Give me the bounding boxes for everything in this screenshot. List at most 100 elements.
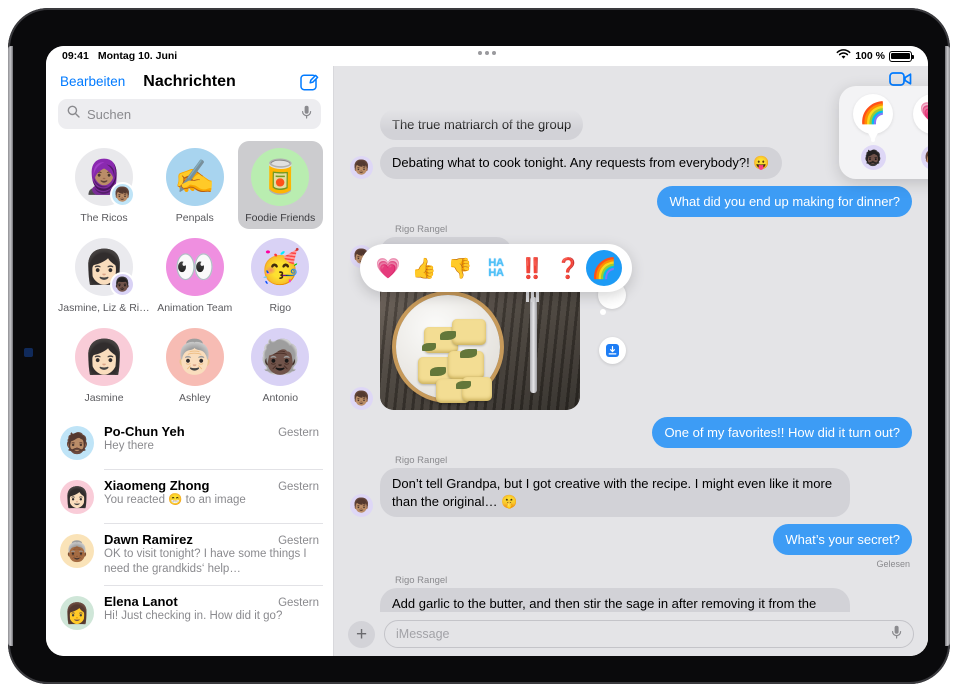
message-bubble[interactable]: One of my favorites!! How did it turn ou… <box>652 417 912 449</box>
list-item[interactable]: 👵🏾 Dawn Ramirez Gestern OK to visit toni… <box>46 523 333 585</box>
avatar: 👩🏻 👨🏿 <box>75 238 135 297</box>
device-right-edge <box>945 46 950 646</box>
pinned-conversation-penpals[interactable]: ✍️ Penpals <box>152 141 238 229</box>
pinned-conversation-antonio[interactable]: 🧓🏿 Antonio <box>238 321 324 409</box>
conversation-name: Dawn Ramirez <box>104 532 193 547</box>
reactor-avatar: 👦🏽 <box>920 145 928 170</box>
pinned-conversation-ashley[interactable]: 👵🏻 Ashley <box>152 321 238 409</box>
avatar: 🧕🏽 👦🏽 <box>75 148 135 207</box>
pinned-conversation-label: The Ricos <box>80 212 128 224</box>
pinned-conversation-label: Jasmine <box>84 392 124 404</box>
reactor-avatar: 🧔🏿 <box>860 145 886 170</box>
pinned-conversation-label: Penpals <box>175 212 214 224</box>
message-sender-name: Rigo Rangel <box>395 96 448 107</box>
message-bubble[interactable]: The true matriarch of the group <box>380 109 584 141</box>
avatar: 👩🏻 <box>60 480 94 514</box>
ipad-device-frame: 09:41 Montag 10. Juni 100 % Bearbeiten N… <box>8 8 950 684</box>
list-item[interactable]: 🧔🏽 Po-Chun Yeh Gestern Hey there <box>46 415 333 469</box>
avatar: 🥳 <box>251 238 310 296</box>
search-container: Suchen <box>46 95 333 137</box>
tapback-heart-icon[interactable]: 💗 <box>370 250 406 286</box>
pinned-conversation-animation-team[interactable]: 👀 Animation Team <box>152 231 238 319</box>
reaction-item[interactable]: 💗 👦🏽 <box>912 94 928 179</box>
list-item[interactable]: 👩 Elena Lanot Gestern Hi! Just checking … <box>46 585 333 639</box>
plate <box>396 295 500 404</box>
avatar: 👵🏻 <box>165 328 224 386</box>
imessage-input[interactable]: iMessage <box>384 620 914 648</box>
search-icon <box>67 105 80 123</box>
tapback-rainbow-icon[interactable]: 🌈 <box>586 250 622 286</box>
reaction-item[interactable]: 🌈 🧔🏿 <box>852 94 894 179</box>
avatar: 👵🏾 <box>60 534 94 568</box>
status-bar: 09:41 Montag 10. Juni 100 % <box>46 46 928 66</box>
avatar: 👀 <box>165 238 224 296</box>
save-to-photos-icon[interactable] <box>599 337 626 365</box>
reactions-popover[interactable]: 🌈 🧔🏿 💗 👦🏽 <box>839 86 928 179</box>
tapback-thumbs-up-icon[interactable]: 👍 <box>406 250 442 286</box>
pinned-conversation-rigo[interactable]: 🥳 Rigo <box>238 231 324 319</box>
status-bar-right: 100 % <box>836 49 914 63</box>
reaction-emoji: 🌈 <box>853 94 893 134</box>
imessage-placeholder: iMessage <box>396 627 450 641</box>
tapback-haha-icon[interactable]: HA HA <box>478 250 514 286</box>
pinned-conversation-jasmine-liz-rigo[interactable]: 👩🏻 👨🏿 Jasmine, Liz & Rigo <box>56 231 152 319</box>
status-time: 09:41 <box>62 50 89 62</box>
avatar: 👩🏻 <box>75 328 133 386</box>
message-row-incoming: 👦🏽 Don’t tell Grandpa, but I got creative… <box>350 468 912 517</box>
avatar: 🧓🏿 <box>251 328 310 386</box>
page-title: Nachrichten <box>143 72 236 90</box>
secondary-avatar: 👨🏿 <box>110 272 135 297</box>
avatar: 👦🏽 <box>350 387 373 411</box>
message-bubble[interactable]: Don’t tell Grandpa, but I got creative w… <box>380 468 850 517</box>
message-bubble[interactable]: What’s your secret? <box>773 523 912 556</box>
ravioli-photo[interactable] <box>380 275 580 411</box>
microphone-icon[interactable] <box>301 105 312 124</box>
reaction-emoji: 💗 <box>913 94 928 134</box>
tapback-reaction-picker[interactable]: 💗 👍 👎 HA HA ‼️ ❓ 🌈 <box>360 244 632 292</box>
conversation-preview: Hi! Just checking in. How did it go? <box>104 610 283 623</box>
list-item[interactable]: 👩🏻 Xiaomeng Zhong Gestern You reacted 😁 … <box>46 469 333 523</box>
message-bubble[interactable]: What did you end up making for dinner? <box>657 185 912 217</box>
tapback-question-icon[interactable]: ❓ <box>550 250 586 286</box>
sidebar-header: Bearbeiten Nachrichten <box>46 66 333 95</box>
conversation-preview: OK to visit tonight? I have some things … <box>104 548 307 575</box>
conversation-timestamp: Gestern <box>278 597 319 610</box>
add-attachment-icon[interactable]: + <box>348 620 375 648</box>
tapback-thumbs-down-icon[interactable]: 👎 <box>442 250 478 286</box>
pinned-conversation-foodie-friends[interactable]: 🥫 Foodie Friends <box>237 141 323 229</box>
search-placeholder: Suchen <box>87 106 132 122</box>
conversation-timestamp: Gestern <box>278 535 319 547</box>
message-row-outgoing: What did you end up making for dinner? <box>350 185 912 217</box>
message-bubble[interactable]: Debating what to cook tonight. Any reque… <box>380 147 782 179</box>
pinned-conversation-jasmine[interactable]: 👩🏻 Jasmine <box>56 321 152 409</box>
ipad-screen: 09:41 Montag 10. Juni 100 % Bearbeiten N… <box>46 46 928 656</box>
pinned-conversation-label: Ashley <box>178 392 211 404</box>
conversation-name: Xiaomeng Zhong <box>104 478 210 493</box>
tapback-exclamation-icon[interactable]: ‼️ <box>514 250 550 286</box>
chat-top-bar <box>334 66 928 96</box>
multitasking-handle[interactable] <box>478 51 496 55</box>
message-row-incoming: 👦🏽 <box>350 275 912 411</box>
conversation-timestamp: Gestern <box>278 427 319 439</box>
conversation-name: Po-Chun Yeh <box>104 424 185 439</box>
microphone-icon[interactable] <box>891 625 902 644</box>
battery-icon <box>889 50 914 62</box>
conversation-preview: Hey there <box>104 440 154 452</box>
pinned-conversation-label: Animation Team <box>157 302 233 314</box>
compose-icon[interactable] <box>300 72 319 91</box>
search-input[interactable]: Suchen <box>58 99 321 129</box>
message-input-bar: + iMessage <box>334 612 928 656</box>
status-bar-left: 09:41 Montag 10. Juni <box>62 50 177 62</box>
avatar: 🥫 <box>251 148 310 206</box>
messages-scroll-area[interactable]: Rigo Rangel The true matriarch of the gro… <box>334 96 928 612</box>
edit-button[interactable]: Bearbeiten <box>60 74 125 89</box>
pinned-conversation-the-ricos[interactable]: 🧕🏽 👦🏽 The Ricos <box>56 141 152 229</box>
battery-percent-label: 100 % <box>855 50 885 62</box>
message-row-outgoing: What’s your secret? <box>350 523 912 556</box>
message-sender-name: Rigo Rangel <box>395 455 448 467</box>
wifi-icon <box>836 49 851 63</box>
conversation-timestamp: Gestern <box>278 481 319 493</box>
chat-pane: Rigo Rangel The true matriarch of the gro… <box>334 66 928 656</box>
avatar: 🧔🏽 <box>60 426 94 460</box>
message-bubble[interactable]: Add garlic to the butter, and then stir … <box>380 588 850 612</box>
